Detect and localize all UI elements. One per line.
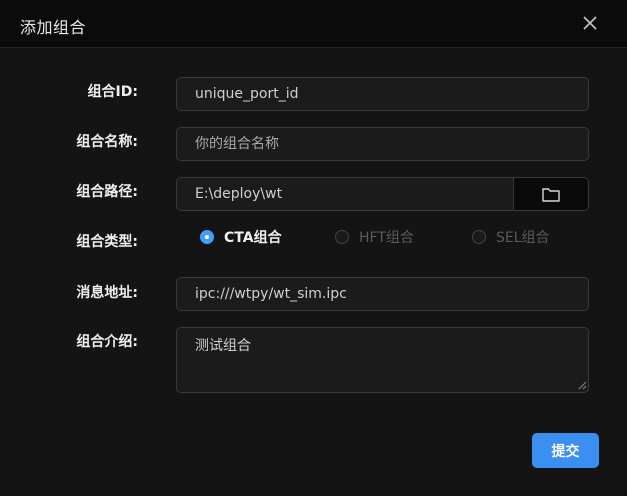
msg-address-input[interactable] — [176, 277, 589, 311]
path-field-group — [176, 177, 589, 211]
add-portfolio-dialog: 添加组合 组合ID: 组合名称: 组合路径: 组合类型: CTA组合 HFT组合… — [0, 0, 627, 496]
resize-handle-icon[interactable] — [577, 380, 587, 390]
path-label: 组合路径: — [76, 184, 138, 200]
browse-folder-button[interactable] — [514, 177, 589, 211]
close-icon[interactable] — [579, 12, 601, 34]
path-input[interactable] — [176, 177, 514, 211]
radio-sel[interactable]: SEL组合 — [472, 227, 550, 247]
id-input[interactable] — [176, 77, 589, 111]
dialog-title: 添加组合 — [20, 18, 87, 37]
radio-label-hft: HFT组合 — [359, 230, 414, 246]
radio-label-sel: SEL组合 — [496, 230, 550, 246]
intro-label: 组合介绍: — [76, 334, 138, 350]
type-label: 组合类型: — [76, 234, 138, 250]
radio-hft[interactable]: HFT组合 — [335, 227, 414, 247]
id-label: 组合ID: — [87, 84, 138, 100]
radio-cta[interactable]: CTA组合 — [200, 227, 282, 247]
name-label: 组合名称: — [76, 134, 138, 150]
dialog-header: 添加组合 — [0, 0, 627, 48]
radio-label-cta: CTA组合 — [224, 230, 282, 246]
submit-button[interactable]: 提交 — [532, 433, 599, 468]
radio-dot — [200, 230, 214, 244]
folder-icon — [542, 188, 560, 202]
name-input[interactable] — [176, 127, 589, 161]
intro-textarea[interactable]: 测试组合 — [176, 327, 589, 393]
radio-dot — [335, 230, 349, 244]
radio-dot — [472, 230, 486, 244]
msg-label: 消息地址: — [76, 285, 138, 301]
